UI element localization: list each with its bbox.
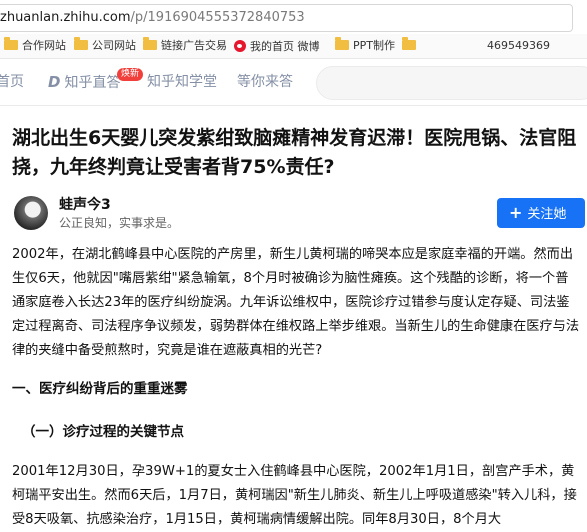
plus-icon: + [509,203,523,222]
subsection-heading: （一）诊疗过程的关键节点 [22,424,184,440]
avatar[interactable] [14,196,48,230]
nav-zhida[interactable]: D 知乎直答 [48,73,120,92]
bookmark-label: 合作网站 [22,39,66,52]
folder-icon [335,37,349,50]
bookmark-label: 我的首页 微博 [250,40,320,53]
section-heading: 一、医疗纠纷背后的重重迷雾 [12,381,188,397]
nav-home[interactable]: 首页 [0,73,24,91]
bookmark-item[interactable]: 公司网站 [74,37,136,54]
bookmark-item[interactable]: 合作网站 [4,37,66,54]
follow-label: 关注她 [527,207,567,222]
weibo-icon [234,40,246,52]
search-input[interactable] [316,66,587,100]
bookmark-item[interactable] [402,37,420,54]
bookmark-label: 公司网站 [92,39,136,52]
follow-button[interactable]: + 关注她 [497,198,585,228]
author-bio: 公正良知，实事求是。 [59,216,180,230]
bookmark-label: 链接广告交易 [161,39,227,52]
url-host: zhuanlan.zhihu.com [0,10,131,25]
url-field[interactable]: zhuanlan.zhihu.com/p/1916904555372840753 [0,4,573,32]
article-intro: 2002年，在湖北鹤峰县中心医院的产房里，新生儿黄柯瑞的啼哭本应是家庭幸福的开端… [12,243,580,363]
folder-icon [4,37,18,50]
nav-answer[interactable]: 等你来答 [237,73,293,91]
bookmark-item[interactable]: 469549369 [487,38,550,54]
article-title: 湖北出生6天婴儿突发紫绀致脑瘫精神发育迟滞！医院甩锅、法官阻挠，九年终判竟让受害… [12,127,577,178]
nav-zhida-label: 知乎直答 [64,75,121,91]
bookmark-label: PPT制作 [353,39,395,52]
folder-icon [74,37,88,50]
article-body: 2001年12月30日，孕39W+1的夏女士入住鹤峰县中心医院，2002年1月1… [12,460,582,532]
address-bar: zhuanlan.zhihu.com/p/1916904555372840753 [0,0,587,34]
author-name[interactable]: 蛙声今3 [59,194,111,214]
nav-xuetang[interactable]: 知乎知学堂 [147,73,217,91]
paragraph: 2002年，在湖北鹤峰县中心医院的产房里，新生儿黄柯瑞的啼哭本应是家庭幸福的开端… [12,247,580,358]
folder-icon [143,37,157,50]
new-badge: 焕新 [117,68,144,81]
bookmark-item[interactable]: 我的首页 微博 [234,38,320,54]
zhida-logo-icon: D [48,73,61,91]
paragraph: 2001年12月30日，孕39W+1的夏女士入住鹤峰县中心医院，2002年1月1… [12,464,577,527]
bookmark-item[interactable]: 链接广告交易 [143,37,227,54]
folder-icon [402,37,416,50]
bookmark-label: 469549369 [487,39,550,52]
bookmarks-bar: 合作网站 公司网站 链接广告交易 我的首页 微博 PPT制作 469549369 [0,34,587,59]
url-path: /p/1916904555372840753 [130,10,305,25]
bookmark-item[interactable]: PPT制作 [335,37,395,54]
